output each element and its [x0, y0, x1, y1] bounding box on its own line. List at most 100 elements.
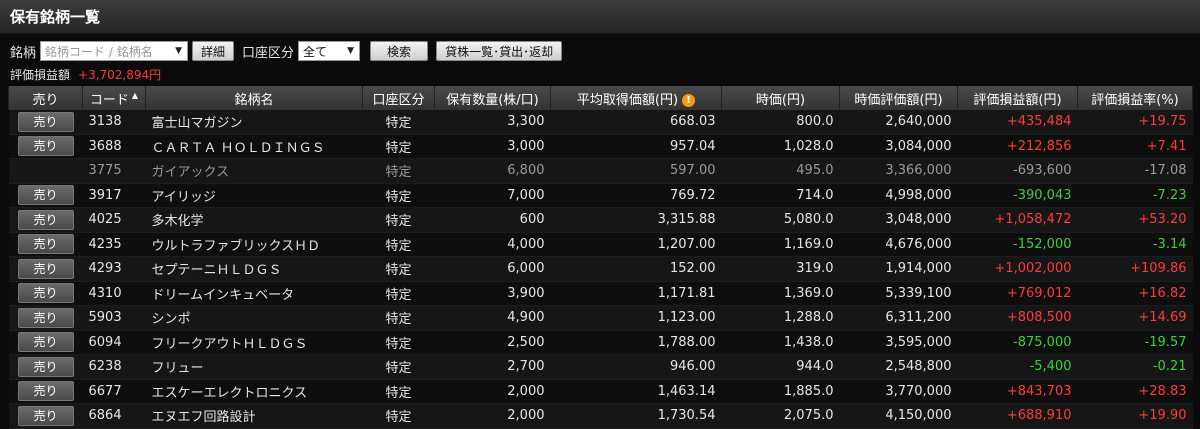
col-price[interactable]: 時価(円)	[721, 86, 840, 110]
cell-value: 3,084,000	[839, 134, 958, 159]
cell-sell: 売り	[8, 134, 83, 159]
sell-button[interactable]: 売り	[17, 332, 74, 353]
symbol-search-combo[interactable]: 銘柄コード / 銘柄名 ▼	[40, 41, 189, 61]
sell-button[interactable]: 売り	[17, 356, 74, 377]
cell-sell: 売り	[8, 379, 83, 404]
sell-button[interactable]: 売り	[17, 185, 74, 206]
cell-pl: +1,058,472	[957, 207, 1078, 233]
cell-plr: +14.69	[1077, 305, 1193, 331]
account-select[interactable]: 全て ▼	[298, 41, 361, 61]
cell-plr: -17.08	[1077, 158, 1193, 184]
sell-button[interactable]: 売り	[17, 258, 74, 279]
cell-value: 2,640,000	[839, 110, 958, 135]
cell-value: 3,770,000	[839, 379, 958, 404]
cell-code: 4310	[82, 281, 146, 306]
cell-code: 6094	[82, 330, 146, 355]
sell-button[interactable]: 売り	[17, 209, 74, 230]
cell-name[interactable]: エスケーエレクトロニクス	[145, 379, 363, 404]
col-code[interactable]: コード ▲	[82, 86, 146, 110]
cell-avg: 1,123.00	[550, 305, 722, 331]
cell-price: 1,028.0	[721, 134, 840, 159]
table-row: 売り 4025 多木化学 特定 600 3,315.88 5,080.0 3,048,000 +…	[8, 207, 1193, 233]
sell-button[interactable]: 売り	[17, 405, 74, 426]
warning-icon[interactable]: !	[682, 93, 696, 107]
table-row: 売り 5903 シンポ 特定 4,900 1,123.00 1,288.0 6,311,200…	[8, 305, 1193, 331]
col-sell[interactable]: 売り	[8, 86, 83, 110]
cell-name[interactable]: シンポ	[145, 305, 363, 331]
col-value[interactable]: 時価評価額(円)	[839, 86, 958, 110]
col-pl[interactable]: 評価損益額(円)	[957, 86, 1078, 110]
cell-name[interactable]: ガイアックス	[145, 158, 363, 184]
cell-qty: 2,000	[434, 379, 551, 404]
chevron-down-icon[interactable]: ▼	[175, 46, 182, 56]
col-avg[interactable]: 平均取得価額(円)!	[550, 86, 722, 110]
symbol-label: 銘柄	[10, 45, 37, 61]
symbol-search-input[interactable]: 銘柄コード / 銘柄名	[45, 43, 153, 60]
cell-name[interactable]: アイリッジ	[145, 183, 363, 208]
table-row: 売り 6864 エヌエフ回路設計 特定 2,000 1,730.54 2,075.0 4,15…	[8, 403, 1193, 429]
cell-name[interactable]: ＣＡＲＴＡ ＨＯＬＤＩＮＧＳ	[145, 134, 363, 159]
cell-pl: +808,500	[957, 305, 1078, 331]
cell-avg: 668.03	[550, 110, 722, 135]
cell-code: 3917	[82, 183, 146, 208]
detail-button[interactable]: 詳細	[192, 41, 235, 61]
sell-button[interactable]: 売り	[17, 136, 74, 157]
sell-button[interactable]: 売り	[17, 111, 74, 132]
account-label: 口座区分	[242, 45, 295, 61]
cell-sell: 売り	[8, 183, 83, 208]
cell-avg: 946.00	[550, 354, 722, 380]
cell-qty: 6,800	[434, 158, 551, 184]
cell-sell: 売り	[8, 110, 83, 135]
cell-value: 6,311,200	[839, 305, 958, 331]
col-account[interactable]: 口座区分	[362, 86, 435, 110]
cell-qty: 3,000	[434, 134, 551, 159]
cell-name[interactable]: ドリームインキュベータ	[145, 281, 363, 306]
cell-account: 特定	[362, 134, 435, 159]
cell-price: 1,369.0	[721, 281, 840, 306]
table-row: 売り 4235 ウルトラファブリックスＨＤ 特定 4,000 1,207.00 1,169.…	[8, 232, 1193, 257]
sell-button[interactable]: 売り	[17, 307, 74, 328]
pl-summary-value: +3,702,894円	[78, 67, 162, 82]
pl-summary: 評価損益額 +3,702,894円	[0, 64, 1200, 84]
sort-ascending-icon[interactable]: ▲	[132, 91, 138, 100]
cell-account: 特定	[362, 183, 435, 208]
sell-button[interactable]: 売り	[17, 381, 74, 402]
cell-price: 1,885.0	[721, 379, 840, 404]
cell-pl: +843,703	[957, 379, 1078, 404]
cell-name[interactable]: フリュー	[145, 354, 363, 380]
pl-summary-label: 評価損益額	[10, 67, 71, 82]
cell-plr: -3.14	[1077, 232, 1193, 257]
cell-code: 6864	[82, 403, 146, 429]
cell-value: 2,548,800	[839, 354, 958, 380]
col-qty[interactable]: 保有数量(株/口)	[434, 86, 551, 110]
cell-qty: 4,900	[434, 305, 551, 331]
cell-name[interactable]: セプテーニＨＬＤＧＳ	[145, 256, 363, 282]
sell-button[interactable]: 売り	[17, 283, 74, 304]
cell-pl: -693,600	[957, 158, 1078, 184]
cell-price: 714.0	[721, 183, 840, 208]
cell-name[interactable]: 富士山マガジン	[145, 110, 363, 135]
cell-name[interactable]: エヌエフ回路設計	[145, 403, 363, 429]
account-select-value[interactable]: 全て	[303, 43, 327, 60]
cell-qty: 3,300	[434, 110, 551, 135]
col-name[interactable]: 銘柄名	[145, 86, 363, 110]
search-button[interactable]: 検索	[370, 41, 429, 61]
table-row: 売り 6677 エスケーエレクトロニクス 特定 2,000 1,463.14 1,885.0…	[8, 379, 1193, 404]
chevron-down-icon[interactable]: ▼	[347, 46, 354, 56]
cell-price: 1,438.0	[721, 330, 840, 355]
cell-qty: 6,000	[434, 256, 551, 282]
cell-account: 特定	[362, 207, 435, 233]
cell-name[interactable]: ウルトラファブリックスＨＤ	[145, 232, 363, 257]
cell-avg: 152.00	[550, 256, 722, 282]
table-row: 売り 4293 セプテーニＨＬＤＧＳ 特定 6,000 152.00 319.0 1,914,…	[8, 256, 1193, 282]
cell-value: 4,998,000	[839, 183, 958, 208]
sell-button[interactable]: 売り	[17, 234, 74, 255]
cell-sell: 売り	[8, 403, 83, 429]
cell-value: 3,366,000	[839, 158, 958, 184]
col-plr[interactable]: 評価損益率(%)	[1077, 86, 1193, 110]
cell-name[interactable]: フリークアウトＨＬＤＧＳ	[145, 330, 363, 355]
cell-account: 特定	[362, 110, 435, 135]
lending-list-button[interactable]: 貸株一覧･貸出･返却	[436, 41, 563, 61]
table-row: 売り 6238 フリュー 特定 2,700 946.00 944.0 2,548,800 -5,…	[8, 354, 1193, 380]
cell-name[interactable]: 多木化学	[145, 207, 363, 233]
